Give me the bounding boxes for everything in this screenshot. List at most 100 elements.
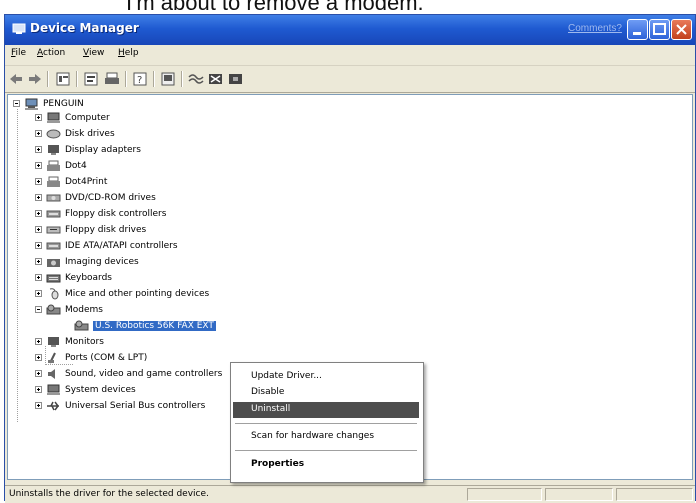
tree-node[interactable]: Modems (35, 302, 103, 317)
floppy-drive-icon (46, 226, 61, 233)
print-icon[interactable] (103, 70, 121, 88)
menu-bar: File Action View Help (5, 45, 695, 66)
tree-node-label: Disk drives (65, 128, 115, 139)
tree-node-selected[interactable]: U.S. Robotics 56K FAX EXT (74, 318, 216, 333)
scan-hardware-icon[interactable] (159, 70, 177, 88)
cd-drive-icon (46, 194, 61, 201)
forward-arrow-icon[interactable] (26, 70, 44, 88)
tree-node[interactable]: Display adapters (35, 142, 141, 157)
maximize-icon (653, 23, 666, 35)
close-button[interactable] (671, 19, 692, 40)
expand-icon[interactable] (35, 194, 42, 201)
tree-node[interactable]: Universal Serial Bus controllers (35, 398, 205, 413)
update-driver-menu-item[interactable]: Update Driver... (233, 369, 419, 385)
status-panel (467, 488, 542, 501)
menu-separator (235, 450, 417, 451)
tree-node-label: Floppy disk drives (65, 224, 147, 235)
disable-icon[interactable] (227, 70, 245, 88)
expand-icon[interactable] (35, 274, 42, 281)
tree-node[interactable]: DVD/CD-ROM drives (35, 190, 156, 205)
tree-node[interactable]: Dot4Print (35, 174, 107, 189)
menu-item-label: Properties (251, 459, 305, 469)
title-bar: Device Manager Comments? (5, 15, 695, 45)
uninstall-icon[interactable] (207, 70, 225, 88)
controller-icon (46, 210, 61, 217)
computer-icon (47, 384, 60, 395)
modem-icon (74, 320, 89, 330)
tree-node-label: System devices (65, 384, 136, 395)
scan-hardware-menu-item[interactable]: Scan for hardware changes (233, 429, 419, 445)
tree-node[interactable]: Imaging devices (35, 254, 139, 269)
console-tree-icon[interactable] (54, 70, 72, 88)
expand-icon[interactable] (35, 178, 42, 185)
tree-node[interactable]: IDE ATA/ATAPI controllers (35, 238, 178, 253)
expand-icon[interactable] (35, 162, 42, 169)
expand-icon[interactable] (35, 130, 42, 137)
menu-help[interactable]: Help (118, 48, 139, 58)
window-title: Device Manager (30, 21, 139, 35)
menu-item-label: Disable (251, 387, 285, 397)
back-arrow-icon[interactable] (7, 70, 25, 88)
tree-node-label: U.S. Robotics 56K FAX EXT (93, 320, 216, 331)
menu-file[interactable]: File (11, 48, 26, 58)
menu-action[interactable]: Action (37, 48, 65, 58)
menu-view[interactable]: View (83, 48, 104, 58)
expand-icon[interactable] (35, 290, 42, 297)
status-panel (545, 488, 613, 501)
tree-node-label: Monitors (65, 336, 104, 347)
tree-node[interactable]: Sound, video and game controllers (35, 366, 222, 381)
port-icon (48, 352, 56, 363)
tree-node[interactable]: Ports (COM & LPT) (35, 350, 147, 365)
expand-icon[interactable] (35, 210, 42, 217)
maximize-button[interactable] (649, 19, 670, 40)
tree-node[interactable]: Keyboards (35, 270, 112, 285)
update-driver-icon[interactable] (187, 70, 205, 88)
expand-icon[interactable] (35, 386, 42, 393)
tree-node[interactable]: Monitors (35, 334, 104, 349)
expand-icon[interactable] (35, 370, 42, 377)
computer-icon (47, 112, 60, 123)
collapse-icon[interactable] (35, 306, 42, 313)
expand-icon[interactable] (35, 258, 42, 265)
expand-icon[interactable] (35, 226, 42, 233)
disable-menu-item[interactable]: Disable (233, 385, 419, 401)
disk-drive-icon (46, 129, 61, 138)
collapse-icon[interactable] (13, 100, 20, 107)
monitor-icon (48, 144, 59, 155)
uninstall-menu-item[interactable]: Uninstall (233, 402, 419, 418)
tree-node[interactable]: Floppy disk drives (35, 222, 146, 237)
tree-node-label: Floppy disk controllers (65, 208, 167, 219)
help-icon[interactable]: ? (131, 70, 149, 88)
tree-node[interactable]: Floppy disk controllers (35, 206, 166, 221)
tree-node-label: IDE ATA/ATAPI controllers (65, 240, 178, 251)
usb-icon (47, 401, 59, 410)
tree-node-label: Universal Serial Bus controllers (65, 400, 206, 411)
expand-icon[interactable] (35, 114, 42, 121)
tree-node[interactable]: Disk drives (35, 126, 115, 141)
expand-icon[interactable] (35, 338, 42, 345)
tree-node-label: Computer (65, 112, 110, 123)
tree-node[interactable]: Mice and other pointing devices (35, 286, 209, 301)
printer-icon (47, 176, 60, 187)
tree-node-label: Dot4Print (65, 176, 108, 187)
menu-item-label: Uninstall (251, 404, 291, 414)
toolbar-separator (153, 71, 155, 87)
tree-node[interactable]: Computer (35, 110, 110, 125)
expand-icon[interactable] (35, 242, 42, 249)
menu-separator (235, 423, 417, 424)
expand-icon[interactable] (35, 402, 42, 409)
minimize-button[interactable] (627, 19, 648, 40)
menu-item-label: Scan for hardware changes (251, 431, 375, 441)
monitor-icon (48, 336, 59, 347)
properties-menu-item[interactable]: Properties (233, 457, 419, 473)
tree-node[interactable]: Dot4 (35, 158, 87, 173)
comments-link[interactable]: Comments? (568, 23, 622, 34)
tree-node[interactable]: System devices (35, 382, 136, 397)
mouse-icon (49, 287, 59, 299)
sound-icon (48, 368, 55, 379)
expand-icon[interactable] (35, 354, 42, 361)
expand-icon[interactable] (35, 146, 42, 153)
tree-root[interactable]: PENGUIN (13, 96, 84, 111)
tree-root-label: PENGUIN (43, 98, 84, 109)
properties-icon[interactable] (82, 70, 100, 88)
